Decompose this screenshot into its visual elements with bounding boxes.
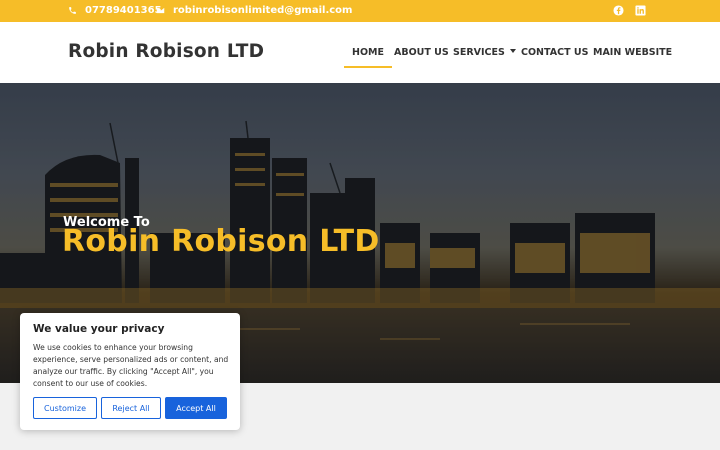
linkedin-icon[interactable]: [635, 5, 646, 16]
nav-home[interactable]: HOME: [344, 47, 392, 68]
cookie-description: We use cookies to enhance your browsing …: [33, 343, 229, 388]
site-brand[interactable]: Robin Robison LTD: [68, 41, 264, 62]
nav-services-label: SERVICES: [453, 47, 505, 58]
hero-title: Robin Robison LTD: [62, 224, 380, 259]
top-bar: 07789401365 robinrobisonlimited@gmail.co…: [0, 0, 720, 22]
facebook-icon[interactable]: [613, 5, 624, 16]
phone-number: 07789401365: [85, 5, 162, 16]
chevron-down-icon: [509, 49, 516, 53]
cookie-consent-banner: We value your privacy We use cookies to …: [20, 313, 240, 430]
reject-all-button[interactable]: Reject All: [101, 397, 161, 419]
phone-icon: [69, 7, 76, 14]
customize-button[interactable]: Customize: [33, 397, 97, 419]
nav-about-us[interactable]: ABOUT US: [394, 47, 449, 58]
envelope-icon: [156, 7, 165, 14]
phone-link[interactable]: 07789401365: [68, 5, 162, 16]
email-address: robinrobisonlimited@gmail.com: [173, 5, 353, 16]
nav-contact-us[interactable]: CONTACT US: [521, 47, 588, 58]
nav-main-website[interactable]: MAIN WEBSITE: [593, 47, 672, 58]
email-link[interactable]: robinrobisonlimited@gmail.com: [156, 5, 352, 16]
nav-services[interactable]: SERVICES: [453, 47, 516, 58]
cookie-title: We value your privacy: [33, 323, 165, 335]
accept-all-button[interactable]: Accept All: [165, 397, 227, 419]
site-header: Robin Robison LTD HOME ABOUT US SERVICES…: [0, 22, 720, 83]
